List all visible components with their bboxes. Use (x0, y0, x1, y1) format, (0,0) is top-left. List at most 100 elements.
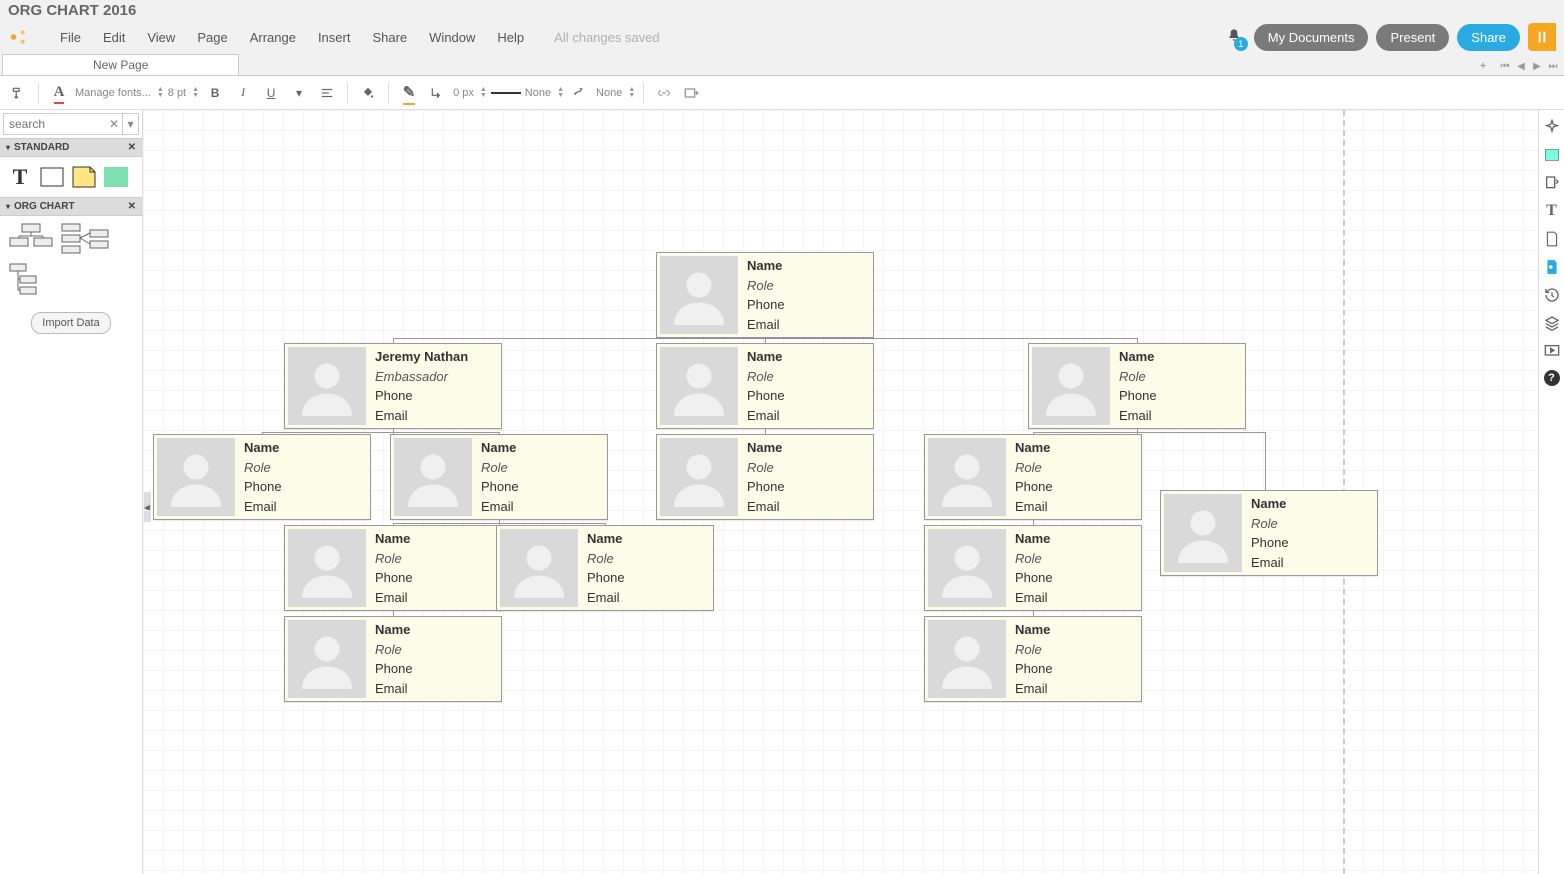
org-card[interactable]: NameRolePhoneEmail (284, 525, 502, 611)
text-color-icon[interactable]: A (47, 81, 71, 105)
page-tab[interactable]: New Page (2, 54, 239, 75)
present-button[interactable]: Present (1376, 24, 1449, 51)
card-name: Name (481, 440, 519, 455)
search-clear-icon[interactable]: ✕ (106, 114, 122, 134)
connector-line[interactable] (393, 338, 1137, 339)
present-icon[interactable] (1543, 342, 1561, 360)
align-icon[interactable] (315, 81, 339, 105)
card-email: Email (244, 499, 282, 514)
shape-note[interactable] (70, 163, 98, 191)
card-role: Role (1119, 369, 1157, 384)
link-icon[interactable] (652, 81, 676, 105)
page-settings-icon[interactable] (1543, 174, 1561, 192)
org-card[interactable]: NameRolePhoneEmail (656, 343, 874, 429)
line-dash-select[interactable]: None▲▼ (525, 81, 564, 105)
org-card[interactable]: NameRolePhoneEmail (656, 434, 874, 520)
shape-orgchart-1[interactable] (6, 222, 56, 258)
upgrade-icon[interactable] (1528, 23, 1556, 51)
app-logo[interactable] (8, 26, 30, 48)
panel-standard-header[interactable]: ▾STANDARD✕ (0, 138, 142, 157)
org-card[interactable]: NameRolePhoneEmail (656, 252, 874, 338)
card-role: Role (1251, 516, 1289, 531)
org-card[interactable]: NameRolePhoneEmail (924, 525, 1142, 611)
avatar (157, 438, 235, 516)
close-icon[interactable]: ✕ (128, 142, 136, 153)
card-email: Email (1015, 681, 1053, 696)
menu-arrange[interactable]: Arrange (240, 26, 306, 49)
canvas[interactable]: ◀ NameRolePhoneEmailJeremy NathanEmbassa… (143, 110, 1538, 874)
page-icon[interactable] (1543, 230, 1561, 248)
panel-orgchart-header[interactable]: ▾ORG CHART✕ (0, 197, 142, 216)
shape-rect[interactable] (38, 163, 66, 191)
theme-icon[interactable] (1543, 146, 1561, 164)
menu-file[interactable]: File (50, 26, 91, 49)
paint-format-icon[interactable] (6, 81, 30, 105)
menu-window[interactable]: Window (419, 26, 485, 49)
org-card[interactable]: NameRolePhoneEmail (924, 616, 1142, 702)
card-name: Name (1015, 440, 1053, 455)
arrow-style-select[interactable]: None▲▼ (596, 81, 635, 105)
line-corner-icon[interactable] (425, 81, 449, 105)
org-card[interactable]: Jeremy NathanEmbassadorPhoneEmail (284, 343, 502, 429)
card-phone: Phone (244, 479, 282, 494)
nav-first-icon[interactable]: ⏮ (1498, 59, 1512, 73)
right-rail: T ? (1538, 110, 1564, 874)
image-icon[interactable] (1543, 258, 1561, 276)
add-field-icon[interactable] (680, 81, 704, 105)
org-card[interactable]: NameRolePhoneEmail (390, 434, 608, 520)
org-card[interactable]: NameRolePhoneEmail (924, 434, 1142, 520)
document-title: ORG CHART 2016 (0, 0, 1564, 22)
line-color-icon[interactable]: ✎ (397, 81, 421, 105)
card-email: Email (481, 499, 519, 514)
shape-orgchart-2[interactable] (60, 222, 110, 258)
connector-line[interactable] (262, 432, 499, 433)
italic-icon[interactable]: I (231, 81, 255, 105)
close-icon[interactable]: ✕ (128, 201, 136, 212)
shape-text[interactable]: T (6, 163, 34, 191)
nav-last-icon[interactable]: ⏭ (1546, 59, 1560, 73)
search-dropdown-icon[interactable]: ▾ (122, 114, 138, 134)
org-card[interactable]: NameRolePhoneEmail (284, 616, 502, 702)
card-email: Email (1015, 590, 1053, 605)
connector-line[interactable] (393, 523, 605, 524)
layers-icon[interactable] (1543, 314, 1561, 332)
menu-view[interactable]: View (137, 26, 185, 49)
org-card[interactable]: NameRolePhoneEmail (496, 525, 714, 611)
card-phone: Phone (1015, 479, 1053, 494)
line-routing-icon[interactable] (568, 81, 592, 105)
underline-icon[interactable]: U (259, 81, 283, 105)
bold-icon[interactable]: B (203, 81, 227, 105)
line-width-select[interactable]: 0 px▲▼ (453, 81, 487, 105)
connector-line[interactable] (1033, 432, 1265, 433)
shape-orgchart-3[interactable] (6, 262, 56, 298)
shape-hotspot[interactable] (102, 163, 130, 191)
font-family-select[interactable]: Manage fonts...▲▼ (75, 81, 164, 105)
fill-color-icon[interactable] (356, 81, 380, 105)
org-card[interactable]: NameRolePhoneEmail (153, 434, 371, 520)
text-tool-icon[interactable]: T (1543, 202, 1561, 220)
line-style-sample[interactable] (491, 81, 521, 105)
card-role: Role (244, 460, 282, 475)
import-data-button[interactable]: Import Data (31, 312, 110, 334)
notifications-icon[interactable]: 1 (1226, 28, 1242, 47)
font-size-select[interactable]: 8 pt▲▼ (168, 81, 199, 105)
card-role: Role (747, 369, 785, 384)
nav-next-icon[interactable]: ▶ (1530, 59, 1544, 73)
add-page-button[interactable]: + (1476, 59, 1490, 73)
connector-line[interactable] (1265, 432, 1266, 490)
org-card[interactable]: NameRolePhoneEmail (1028, 343, 1246, 429)
menu-help[interactable]: Help (487, 26, 534, 49)
menu-edit[interactable]: Edit (93, 26, 135, 49)
share-button[interactable]: Share (1457, 24, 1520, 51)
my-documents-button[interactable]: My Documents (1254, 24, 1369, 51)
ai-icon[interactable] (1543, 118, 1561, 136)
more-text-icon[interactable]: ▾ (287, 81, 311, 105)
help-icon[interactable]: ? (1544, 370, 1560, 386)
menu-page[interactable]: Page (187, 26, 237, 49)
menu-insert[interactable]: Insert (308, 26, 361, 49)
nav-prev-icon[interactable]: ◀ (1514, 59, 1528, 73)
search-input[interactable] (4, 114, 106, 134)
org-card[interactable]: NameRolePhoneEmail (1160, 490, 1378, 576)
history-icon[interactable] (1543, 286, 1561, 304)
menu-share[interactable]: Share (362, 26, 417, 49)
